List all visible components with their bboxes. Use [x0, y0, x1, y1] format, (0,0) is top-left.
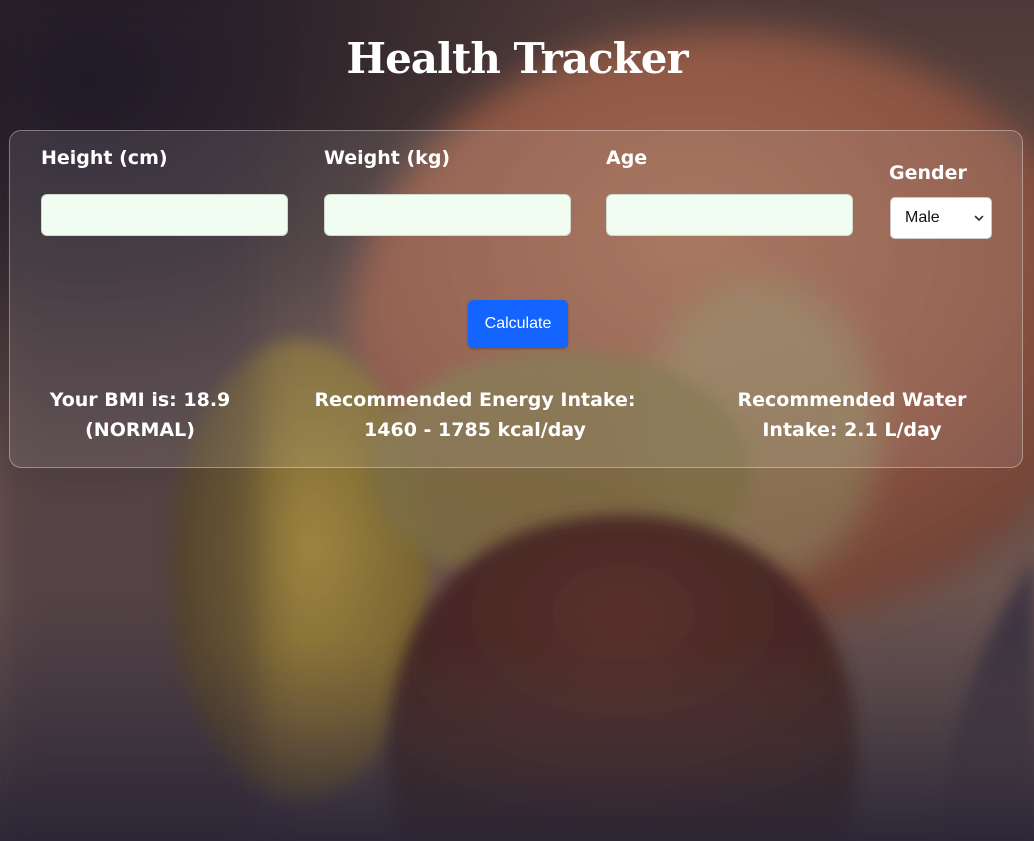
- calculate-button[interactable]: Calculate: [468, 300, 568, 348]
- weight-label: Weight (kg): [324, 147, 451, 169]
- energy-result: Recommended Energy Intake: 1460 - 1785 k…: [300, 385, 650, 445]
- health-form-card: Height (cm) Weight (kg) Age Gender Male …: [9, 130, 1023, 468]
- water-result: Recommended Water Intake: 2.1 L/day: [722, 385, 982, 445]
- age-input[interactable]: [606, 194, 853, 236]
- page-title: Health Tracker: [346, 34, 688, 83]
- weight-input[interactable]: [324, 194, 571, 236]
- water-label-text: Recommended Water: [737, 389, 967, 411]
- gender-select[interactable]: Male: [890, 197, 992, 239]
- height-label: Height (cm): [41, 147, 168, 169]
- energy-label-text: Recommended Energy Intake:: [314, 389, 636, 411]
- water-value-text: Intake: 2.1 L/day: [762, 419, 942, 441]
- gender-label: Gender: [889, 162, 967, 184]
- bmi-value-text: Your BMI is: 18.9: [49, 389, 231, 411]
- age-label: Age: [606, 147, 648, 169]
- chevron-down-icon: [974, 215, 984, 221]
- energy-value-text: 1460 - 1785 kcal/day: [364, 419, 586, 441]
- gender-select-value: Male: [905, 209, 940, 226]
- height-input[interactable]: [41, 194, 288, 236]
- bmi-category-text: (NORMAL): [85, 419, 195, 441]
- bmi-result: Your BMI is: 18.9 (NORMAL): [40, 385, 240, 445]
